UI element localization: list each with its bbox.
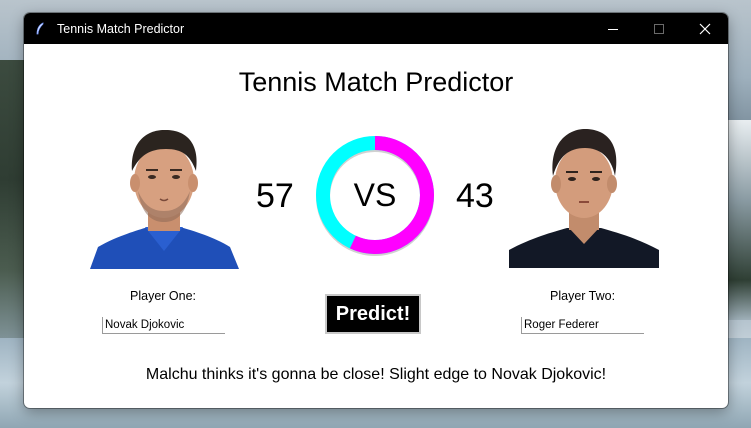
player-two-label: Player Two: [550, 289, 616, 303]
app-heading: Tennis Match Predictor [238, 67, 514, 97]
predict-button[interactable]: Predict! [325, 294, 421, 334]
player-one-photo [90, 119, 239, 269]
window-title: Tennis Match Predictor [57, 21, 185, 36]
close-icon [699, 23, 711, 34]
player-one-score: 57 [256, 177, 294, 215]
title-bar[interactable]: Tennis Match Predictor [24, 13, 728, 44]
app-window: Tennis Match Predictor Tennis Match Pred… [24, 13, 728, 408]
prediction-donut-chart: VS [316, 136, 434, 256]
maximize-button[interactable] [636, 13, 682, 44]
player-one-label: Player One: [130, 289, 197, 303]
player-one-name-input[interactable] [102, 317, 225, 334]
vs-label: VS [354, 177, 397, 213]
minimize-icon [608, 28, 618, 30]
close-button[interactable] [682, 13, 728, 44]
feather-icon [33, 21, 47, 36]
player-two-score: 43 [456, 177, 494, 215]
app-content: Tennis Match Predictor 57 VS 43 Player O… [24, 44, 728, 408]
minimize-button[interactable] [590, 13, 636, 44]
player-two-photo [509, 122, 659, 268]
player-two-name-input[interactable] [521, 317, 644, 334]
window-controls [590, 13, 728, 44]
maximize-icon [654, 23, 664, 34]
prediction-message: Malchu thinks it's gonna be close! Sligh… [145, 366, 607, 383]
